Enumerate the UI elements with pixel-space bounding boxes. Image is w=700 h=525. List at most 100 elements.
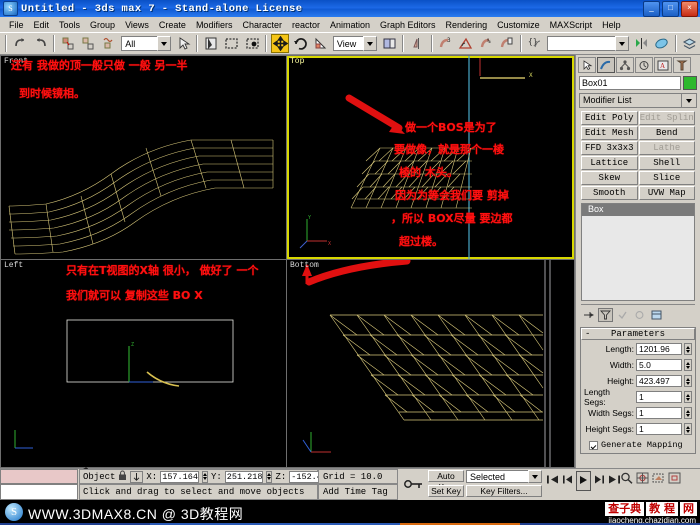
modifier-button-edit-poly[interactable]: Edit Poly [581, 111, 638, 125]
maxscript-listener-pink[interactable] [0, 469, 78, 484]
y-coordinate-field[interactable]: 251.218 [224, 470, 264, 483]
modify-tab-icon[interactable] [597, 57, 615, 73]
percent-snap-icon[interactable]: % [477, 34, 496, 53]
key-filters-button[interactable]: Key Filters... [466, 485, 542, 497]
viewport-left[interactable]: Left Z 只有在T视图的X轴 很小， 做好了 一个 我们就可以 复制这些 B… [1, 260, 286, 467]
set-key-button[interactable]: Set Key [428, 485, 464, 497]
unlink-selection-icon[interactable] [79, 34, 98, 53]
motion-tab-icon[interactable] [635, 57, 653, 73]
y-spinner[interactable] [266, 470, 273, 483]
make-unique-icon[interactable] [615, 308, 630, 322]
lock-selection-icon[interactable] [118, 468, 127, 486]
rectangular-selection-region-icon[interactable] [222, 34, 241, 53]
menu-item-reactor[interactable]: reactor [287, 20, 325, 30]
chevron-down-icon[interactable] [157, 36, 172, 51]
redo-icon[interactable] [31, 34, 50, 53]
param-field[interactable]: 1 [636, 407, 682, 419]
absolute-mode-icon[interactable] [130, 470, 144, 483]
generate-mapping-checkbox[interactable] [589, 440, 598, 450]
zoom-region-icon[interactable] [668, 471, 681, 489]
zoom-all-icon[interactable] [636, 471, 649, 489]
menu-item-customize[interactable]: Customize [492, 20, 545, 30]
select-and-move-icon[interactable] [271, 34, 290, 53]
modifier-button-edit-mesh[interactable]: Edit Mesh [581, 126, 638, 140]
param-field[interactable]: 1 [636, 391, 682, 403]
snap-toggle-icon[interactable]: 3 [436, 34, 455, 53]
modifier-button-uvw-map[interactable]: UVW Map [638, 186, 695, 200]
menu-item-character[interactable]: Character [237, 20, 287, 30]
modifier-button-shell[interactable]: Shell [638, 156, 695, 170]
zoom-icon[interactable] [620, 471, 633, 489]
previous-frame-icon[interactable] [561, 472, 574, 490]
zoom-extents-icon[interactable] [652, 471, 665, 489]
modifier-list-dropdown[interactable]: Modifier List [579, 93, 697, 108]
minimize-button[interactable]: _ [643, 1, 660, 17]
modifier-button-smooth[interactable]: Smooth [581, 186, 638, 200]
menu-item-modifiers[interactable]: Modifiers [191, 20, 238, 30]
viewport-bottom[interactable]: Bottom [287, 260, 574, 467]
maximize-button[interactable]: □ [662, 1, 679, 17]
chevron-down-icon[interactable] [528, 470, 542, 483]
show-end-result-icon[interactable] [598, 308, 613, 322]
mirror-icon[interactable] [408, 34, 427, 53]
chevron-down-icon[interactable] [681, 94, 696, 107]
material-editor-icon[interactable] [652, 34, 671, 53]
parameters-rollout-header[interactable]: - Parameters [581, 328, 695, 340]
viewport-front[interactable]: Front 还有 我做的顶一般只做 一般 另一半 到时候镜相。 [1, 56, 286, 259]
param-spinner[interactable] [684, 343, 692, 355]
add-time-tag[interactable]: Add Time Tag [318, 484, 398, 500]
spinner-snap-icon[interactable] [497, 34, 516, 53]
select-and-scale-icon[interactable] [311, 34, 330, 53]
named-selection-sets-icon[interactable]: {} [525, 34, 544, 53]
menu-item-graph-editors[interactable]: Graph Editors [375, 20, 441, 30]
param-field[interactable]: 1201.96 [636, 343, 682, 355]
use-pivot-center-icon[interactable] [380, 34, 399, 53]
window-crossing-toggle-icon[interactable] [242, 34, 262, 53]
maxscript-mini-listener[interactable] [0, 484, 78, 500]
param-field[interactable]: 1 [636, 423, 682, 435]
remove-modifier-icon[interactable] [632, 308, 647, 322]
object-color-swatch[interactable] [683, 76, 697, 90]
utilities-tab-icon[interactable] [673, 57, 691, 73]
modifier-button-lattice[interactable]: Lattice [581, 156, 638, 170]
modifier-button-lathe[interactable]: Lathe [638, 141, 695, 155]
pin-stack-icon[interactable] [581, 308, 596, 322]
auto-key-button[interactable]: Auto Key [428, 470, 464, 492]
configure-modifier-sets-icon[interactable] [649, 308, 664, 322]
param-field[interactable]: 423.497 [636, 375, 682, 387]
layer-manager-icon[interactable] [680, 34, 700, 53]
modifier-button-ffd-3x3x3[interactable]: FFD 3x3x3 [581, 141, 638, 155]
param-spinner[interactable] [684, 375, 692, 387]
modifier-button-bend[interactable]: Bend [638, 126, 695, 140]
param-spinner[interactable] [684, 359, 692, 371]
go-to-start-icon[interactable] [546, 472, 559, 490]
x-coordinate-field[interactable]: 157.164 [160, 470, 199, 483]
key-selection-set-combo[interactable]: Selected [466, 470, 542, 483]
param-spinner[interactable] [684, 391, 692, 403]
display-tab-icon[interactable]: A [654, 57, 672, 73]
param-field[interactable]: 5.0 [636, 359, 682, 371]
modifier-button-edit-splin[interactable]: Edit Splin [638, 111, 695, 125]
named-selection-set-combo[interactable] [546, 36, 630, 51]
stack-item-box[interactable]: Box [582, 204, 694, 216]
x-spinner[interactable] [201, 470, 208, 483]
viewport-top[interactable]: Top X Y X 做一个BOS是为了 要做像，就是那个一棱 棱的 木头。 因为… [287, 56, 574, 259]
modifier-stack-list[interactable]: Box [581, 203, 695, 301]
modifier-button-slice[interactable]: Slice [638, 171, 695, 185]
chevron-down-icon[interactable] [615, 36, 630, 51]
menu-item-edit[interactable]: Edit [29, 20, 55, 30]
chevron-down-icon[interactable] [363, 36, 378, 51]
close-button[interactable]: × [681, 1, 698, 17]
select-and-rotate-icon[interactable] [291, 34, 310, 53]
object-name-field[interactable]: Box01 [579, 76, 681, 90]
select-by-name-icon[interactable] [202, 34, 221, 53]
menu-item-create[interactable]: Create [154, 20, 191, 30]
select-object-icon[interactable] [174, 34, 193, 53]
reference-coordinate-combo[interactable]: View [332, 36, 378, 51]
menu-item-views[interactable]: Views [120, 20, 154, 30]
angle-snap-icon[interactable] [456, 34, 476, 53]
hierarchy-tab-icon[interactable] [616, 57, 634, 73]
menu-item-group[interactable]: Group [85, 20, 120, 30]
selection-filter-combo[interactable]: All [121, 36, 172, 51]
bind-to-space-warp-icon[interactable] [99, 34, 119, 53]
